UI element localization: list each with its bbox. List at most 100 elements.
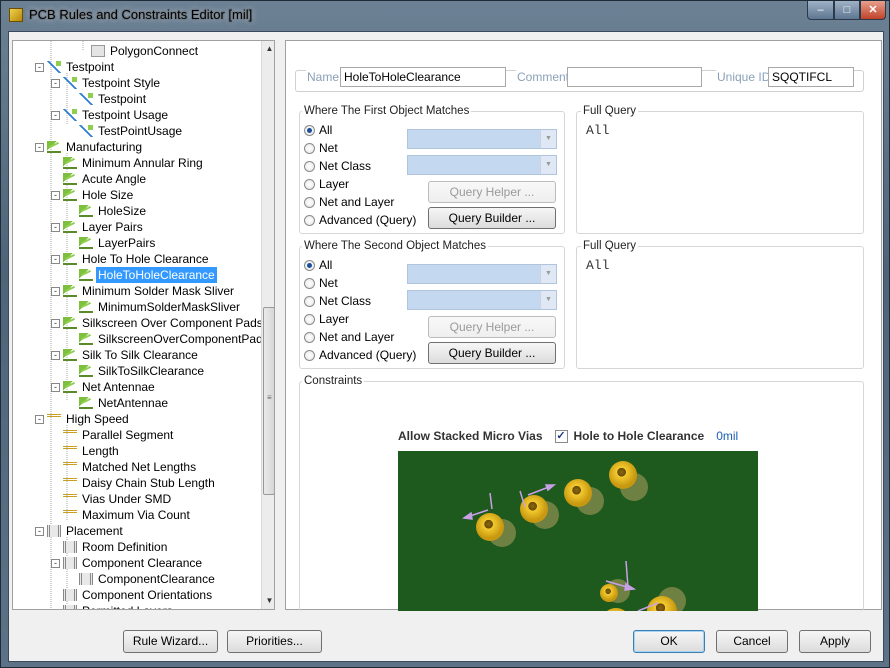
second-net-combo[interactable]: ▼ (407, 264, 557, 284)
tree-item[interactable]: ComponentClearance (79, 571, 217, 587)
scroll-down-icon[interactable]: ▼ (262, 593, 274, 609)
first-query-builder-button[interactable]: Query Builder ... (428, 207, 556, 229)
tree-item[interactable]: Maximum Via Count (63, 507, 192, 523)
collapse-icon[interactable]: - (35, 142, 44, 152)
tree-item[interactable]: - Manufacturing (35, 139, 144, 155)
radio-button[interactable] (304, 259, 315, 271)
first-netclass-combo[interactable]: ▼ (407, 155, 557, 175)
rule-tree[interactable]: PolygonConnect - Testpoint - Testpoint Style… (12, 40, 275, 610)
radio-button[interactable] (304, 331, 315, 343)
tree-item[interactable]: Component Orientations (63, 587, 214, 603)
tree-item[interactable]: - Minimum Solder Mask Sliver (51, 283, 236, 299)
first-radio-option[interactable]: Net (304, 141, 338, 155)
ok-button[interactable]: OK (633, 630, 705, 653)
first-radio-option[interactable]: All (304, 123, 332, 137)
second-radio-option[interactable]: Net (304, 276, 338, 290)
tree-item[interactable]: Minimum Annular Ring (63, 155, 205, 171)
tree-item[interactable]: - Silkscreen Over Component Pads (51, 315, 265, 331)
tree-item[interactable]: - Testpoint Usage (51, 107, 170, 123)
collapse-icon[interactable]: - (51, 254, 60, 264)
rule-wizard-button[interactable]: Rule Wizard... (123, 630, 218, 653)
tree-item[interactable]: SilkscreenOverComponentPads (79, 331, 271, 347)
second-radio-option[interactable]: Net Class (304, 294, 371, 308)
tree-item[interactable]: Length (63, 443, 121, 459)
second-radio-option[interactable]: Net and Layer (304, 330, 394, 344)
collapse-icon[interactable]: - (51, 318, 60, 328)
tree-item[interactable]: Permitted Layers (63, 603, 175, 609)
radio-button[interactable] (304, 178, 315, 190)
first-query-helper-button[interactable]: Query Helper ... (428, 181, 556, 203)
collapse-icon[interactable]: - (51, 382, 60, 392)
name-input[interactable]: HoleToHoleClearance (340, 67, 506, 87)
first-radio-option[interactable]: Advanced (Query) (304, 213, 416, 227)
hole-clearance-value[interactable]: 0mil (716, 429, 738, 443)
scroll-up-icon[interactable]: ▲ (262, 41, 274, 57)
apply-button[interactable]: Apply (799, 630, 871, 653)
tree-item[interactable]: HoleSize (79, 203, 148, 219)
tree-item[interactable]: Room Definition (63, 539, 169, 555)
tree-item[interactable]: - Testpoint (35, 59, 116, 75)
tree-item[interactable]: - Silk To Silk Clearance (51, 347, 200, 363)
tree-item[interactable]: Acute Angle (63, 171, 148, 187)
tree-scrollbar[interactable]: ▲ ≡ ▼ (261, 41, 274, 609)
collapse-icon[interactable]: - (51, 110, 60, 120)
second-radio-option[interactable]: Advanced (Query) (304, 348, 416, 362)
tree-item[interactable]: SilkToSilkClearance (79, 363, 206, 379)
radio-button[interactable] (304, 349, 315, 361)
collapse-icon[interactable]: - (51, 286, 60, 296)
radio-button[interactable] (304, 142, 315, 154)
tree-item[interactable]: Daisy Chain Stub Length (63, 475, 217, 491)
tree-item[interactable]: Matched Net Lengths (63, 459, 198, 475)
radio-button[interactable] (304, 295, 315, 307)
tree-item[interactable]: Vias Under SMD (63, 491, 173, 507)
tree-item[interactable]: PolygonConnect (91, 43, 200, 59)
collapse-icon[interactable]: - (51, 558, 60, 568)
collapse-icon[interactable]: - (51, 190, 60, 200)
unique-id-input[interactable]: SQQTIFCL (768, 67, 854, 87)
collapse-icon[interactable]: - (35, 414, 44, 424)
stacked-vias-checkbox[interactable]: ✓ (554, 429, 568, 443)
first-radio-option[interactable]: Layer (304, 177, 349, 191)
radio-button[interactable] (304, 214, 315, 226)
radio-button[interactable] (304, 124, 315, 136)
tree-item[interactable]: - Component Clearance (51, 555, 204, 571)
radio-button[interactable] (304, 313, 315, 325)
maximize-button[interactable]: □ (834, 1, 860, 20)
radio-button[interactable] (304, 196, 315, 208)
collapse-icon[interactable]: - (35, 62, 44, 72)
second-radio-option[interactable]: All (304, 258, 332, 272)
first-radio-option[interactable]: Net and Layer (304, 195, 394, 209)
tree-item[interactable]: - Layer Pairs (51, 219, 145, 235)
tree-item[interactable]: - High Speed (35, 411, 131, 427)
tree-item[interactable]: LayerPairs (79, 235, 157, 251)
title-bar[interactable]: PCB Rules and Constraints Editor [mil] –… (1, 1, 889, 29)
radio-button[interactable] (304, 160, 315, 172)
cancel-button[interactable]: Cancel (716, 630, 788, 653)
tree-item[interactable]: - Hole Size (51, 187, 135, 203)
tree-item[interactable]: Parallel Segment (63, 427, 175, 443)
close-button[interactable]: ✕ (860, 1, 886, 20)
collapse-icon[interactable]: - (51, 222, 60, 232)
first-radio-option[interactable]: Net Class (304, 159, 371, 173)
second-query-builder-button[interactable]: Query Builder ... (428, 342, 556, 364)
radio-button[interactable] (304, 277, 315, 289)
collapse-icon[interactable]: - (51, 78, 60, 88)
comment-input[interactable] (567, 67, 702, 87)
collapse-icon[interactable]: - (51, 350, 60, 360)
second-netclass-combo[interactable]: ▼ (407, 290, 557, 310)
second-radio-option[interactable]: Layer (304, 312, 349, 326)
priorities-button[interactable]: Priorities... (227, 630, 322, 653)
second-query-helper-button[interactable]: Query Helper ... (428, 316, 556, 338)
minimize-button[interactable]: – (807, 1, 834, 20)
tree-item[interactable]: - Net Antennae (51, 379, 157, 395)
tree-item[interactable]: MinimumSolderMaskSliver (79, 299, 242, 315)
tree-item[interactable]: - Testpoint Style (51, 75, 162, 91)
tree-item[interactable]: NetAntennae (79, 395, 170, 411)
tree-item[interactable]: HoleToHoleClearance (79, 266, 218, 284)
tree-item[interactable]: - Hole To Hole Clearance (51, 251, 211, 267)
tree-item[interactable]: TestPointUsage (79, 123, 184, 139)
collapse-icon[interactable]: - (35, 526, 44, 536)
tree-item[interactable]: Testpoint (79, 91, 148, 107)
first-net-combo[interactable]: ▼ (407, 129, 557, 149)
scroll-thumb[interactable]: ≡ (263, 307, 274, 495)
